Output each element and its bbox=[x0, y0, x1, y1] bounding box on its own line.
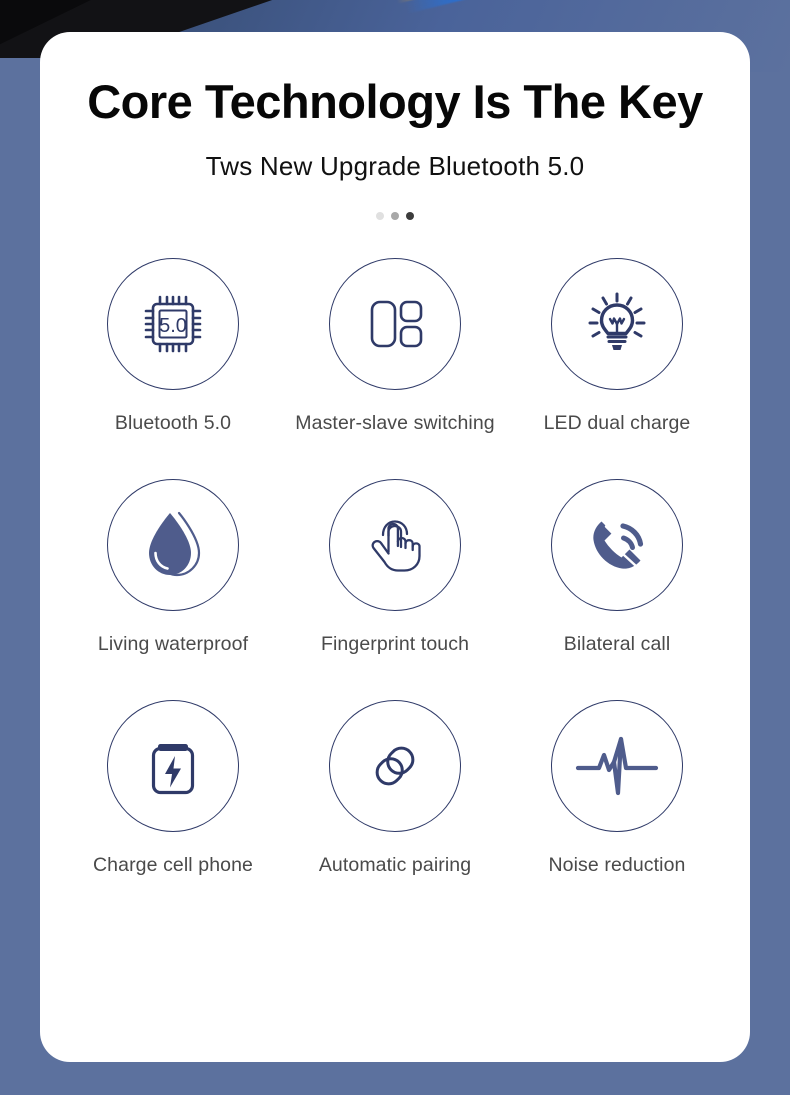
feature-item-touch[interactable]: Fingerprint touch bbox=[284, 479, 506, 656]
feature-icon-circle bbox=[329, 700, 461, 833]
pagination-dot-3[interactable] bbox=[406, 212, 414, 221]
feature-item-call[interactable]: Bilateral call bbox=[506, 479, 728, 656]
chip-version-text: 5.0 bbox=[159, 315, 187, 337]
feature-item-waterproof[interactable]: Living waterproof bbox=[62, 479, 284, 656]
feature-item-charge[interactable]: Charge cell phone bbox=[62, 700, 284, 877]
photo-left-mask bbox=[0, 58, 42, 72]
feature-item-pairing[interactable]: Automatic pairing bbox=[284, 700, 506, 877]
light-bulb-icon bbox=[588, 292, 646, 351]
feature-grid: 5.0 Bluetooth 5.0 Master-slave switching… bbox=[40, 220, 750, 877]
chip-5-icon: 5.0 bbox=[144, 296, 202, 353]
feature-label: Master-slave switching bbox=[295, 412, 495, 435]
feature-label: Bilateral call bbox=[563, 633, 671, 656]
feature-item-master-slave[interactable]: Master-slave switching bbox=[284, 258, 506, 435]
feature-item-led[interactable]: LED dual charge bbox=[506, 258, 728, 435]
feature-icon-circle bbox=[551, 700, 683, 833]
feature-icon-circle bbox=[107, 479, 239, 612]
feature-label: Automatic pairing bbox=[318, 854, 472, 877]
carousel-pagination[interactable] bbox=[40, 182, 750, 221]
feature-label: Living waterproof bbox=[97, 633, 249, 656]
tap-hand-icon bbox=[371, 520, 421, 572]
pagination-dot-2[interactable] bbox=[391, 212, 399, 221]
feature-icon-circle bbox=[551, 258, 683, 391]
feature-icon-circle: 5.0 bbox=[107, 258, 239, 391]
feature-icon-circle bbox=[329, 479, 461, 612]
phone-call-icon bbox=[593, 521, 644, 570]
feature-icon-circle bbox=[107, 700, 239, 833]
feature-label: Noise reduction bbox=[548, 854, 686, 877]
product-feature-page: Core Technology Is The Key Tws New Upgra… bbox=[0, 0, 790, 1095]
feature-icon-circle bbox=[329, 258, 461, 391]
chain-link-icon bbox=[375, 746, 415, 786]
master-slave-layout-icon bbox=[370, 301, 423, 348]
page-title: Core Technology Is The Key bbox=[87, 75, 703, 128]
pagination-dot-1[interactable] bbox=[376, 212, 384, 221]
battery-charge-icon bbox=[151, 744, 195, 795]
feature-label: Bluetooth 5.0 bbox=[114, 412, 232, 435]
feature-item-bluetooth[interactable]: 5.0 Bluetooth 5.0 bbox=[62, 258, 284, 435]
feature-label: Charge cell phone bbox=[93, 854, 253, 877]
feature-label: Fingerprint touch bbox=[320, 633, 470, 656]
feature-icon-circle bbox=[551, 479, 683, 612]
feature-item-noise[interactable]: Noise reduction bbox=[506, 700, 728, 877]
water-drop-icon bbox=[149, 512, 201, 577]
feature-card: Core Technology Is The Key Tws New Upgra… bbox=[40, 32, 750, 1062]
feature-label: LED dual charge bbox=[543, 412, 691, 435]
page-subtitle: Tws New Upgrade Bluetooth 5.0 bbox=[205, 151, 585, 182]
waveform-pulse-icon bbox=[575, 737, 659, 796]
